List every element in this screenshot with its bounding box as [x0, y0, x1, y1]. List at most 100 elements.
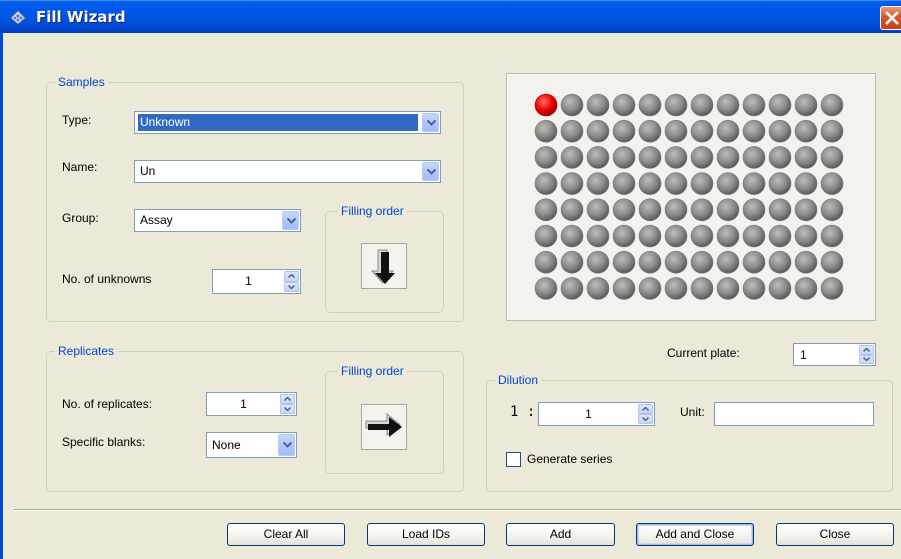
well[interactable] — [716, 172, 740, 195]
well[interactable] — [534, 198, 558, 222]
well[interactable] — [560, 146, 584, 169]
well[interactable] — [586, 277, 610, 300]
spin-down-button[interactable] — [638, 414, 653, 424]
well[interactable] — [690, 119, 714, 143]
well[interactable] — [690, 172, 714, 195]
well[interactable] — [638, 93, 662, 117]
group-combo[interactable]: Assay — [134, 209, 301, 232]
well[interactable] — [820, 119, 844, 143]
well[interactable] — [794, 277, 818, 300]
well[interactable] — [534, 250, 558, 274]
well[interactable] — [794, 250, 818, 274]
well[interactable] — [768, 250, 792, 274]
spin-down-button[interactable] — [280, 404, 295, 414]
spin-down-button[interactable] — [284, 281, 299, 292]
well[interactable] — [768, 224, 792, 248]
well[interactable] — [560, 198, 584, 222]
well[interactable] — [534, 277, 558, 300]
type-combo[interactable]: Unknown — [134, 111, 441, 134]
well[interactable] — [820, 250, 844, 274]
well[interactable] — [612, 119, 636, 143]
well[interactable] — [690, 146, 714, 169]
well[interactable] — [560, 250, 584, 274]
add-button[interactable]: Add — [506, 523, 615, 546]
well[interactable] — [664, 93, 688, 117]
well[interactable] — [664, 224, 688, 248]
well[interactable] — [768, 172, 792, 195]
dilution-spinner[interactable]: 1 — [538, 402, 655, 426]
well[interactable] — [742, 93, 766, 117]
clear-all-button[interactable]: Clear All — [227, 523, 345, 546]
well[interactable] — [638, 146, 662, 169]
well[interactable] — [560, 224, 584, 248]
well[interactable] — [534, 146, 558, 169]
well[interactable] — [716, 277, 740, 300]
well[interactable] — [768, 119, 792, 143]
well[interactable] — [612, 93, 636, 117]
well[interactable] — [742, 146, 766, 169]
well-selected[interactable] — [534, 93, 558, 117]
well[interactable] — [716, 146, 740, 169]
well[interactable] — [638, 198, 662, 222]
well[interactable] — [742, 250, 766, 274]
well[interactable] — [768, 198, 792, 222]
well[interactable] — [560, 119, 584, 143]
well[interactable] — [742, 119, 766, 143]
well[interactable] — [534, 172, 558, 195]
well[interactable] — [690, 93, 714, 117]
name-combo[interactable]: Un — [134, 160, 441, 183]
well[interactable] — [794, 198, 818, 222]
well[interactable] — [612, 146, 636, 169]
well[interactable] — [664, 198, 688, 222]
well[interactable] — [690, 198, 714, 222]
generate-series-checkbox[interactable] — [506, 452, 521, 467]
well[interactable] — [820, 277, 844, 300]
replicates-filling-order-button[interactable] — [361, 404, 407, 450]
well[interactable] — [742, 277, 766, 300]
well[interactable] — [534, 119, 558, 143]
add-and-close-button[interactable]: Add and Close — [636, 523, 754, 546]
well[interactable] — [560, 277, 584, 300]
well[interactable] — [742, 198, 766, 222]
well[interactable] — [820, 198, 844, 222]
well[interactable] — [742, 172, 766, 195]
well[interactable] — [612, 224, 636, 248]
well[interactable] — [768, 93, 792, 117]
current-plate-spinner[interactable]: 1 — [793, 343, 876, 366]
well[interactable] — [794, 119, 818, 143]
well[interactable] — [768, 277, 792, 300]
spin-up-button[interactable] — [638, 404, 653, 414]
well[interactable] — [534, 224, 558, 248]
well[interactable] — [794, 172, 818, 195]
chevron-down-icon[interactable] — [422, 113, 439, 132]
well[interactable] — [716, 93, 740, 117]
well[interactable] — [664, 119, 688, 143]
well[interactable] — [716, 198, 740, 222]
well[interactable] — [638, 119, 662, 143]
chevron-down-icon[interactable] — [282, 211, 299, 230]
load-ids-button[interactable]: Load IDs — [367, 523, 485, 546]
num-replicates-spinner[interactable]: 1 — [206, 392, 297, 416]
well[interactable] — [586, 224, 610, 248]
well[interactable] — [586, 119, 610, 143]
well[interactable] — [638, 224, 662, 248]
well[interactable] — [560, 93, 584, 117]
well[interactable] — [664, 172, 688, 195]
well[interactable] — [664, 277, 688, 300]
spin-up-button[interactable] — [859, 345, 874, 355]
specific-blanks-combo[interactable]: None — [206, 432, 297, 458]
spin-up-button[interactable] — [280, 394, 295, 404]
well[interactable] — [794, 93, 818, 117]
window-close-button[interactable] — [880, 6, 901, 30]
well[interactable] — [664, 250, 688, 274]
well[interactable] — [794, 146, 818, 169]
well[interactable] — [586, 250, 610, 274]
well[interactable] — [586, 93, 610, 117]
well[interactable] — [716, 250, 740, 274]
well[interactable] — [820, 224, 844, 248]
well[interactable] — [612, 198, 636, 222]
num-unknowns-spinner[interactable]: 1 — [212, 269, 301, 294]
well[interactable] — [742, 224, 766, 248]
chevron-down-icon[interactable] — [422, 162, 439, 181]
well[interactable] — [820, 146, 844, 169]
